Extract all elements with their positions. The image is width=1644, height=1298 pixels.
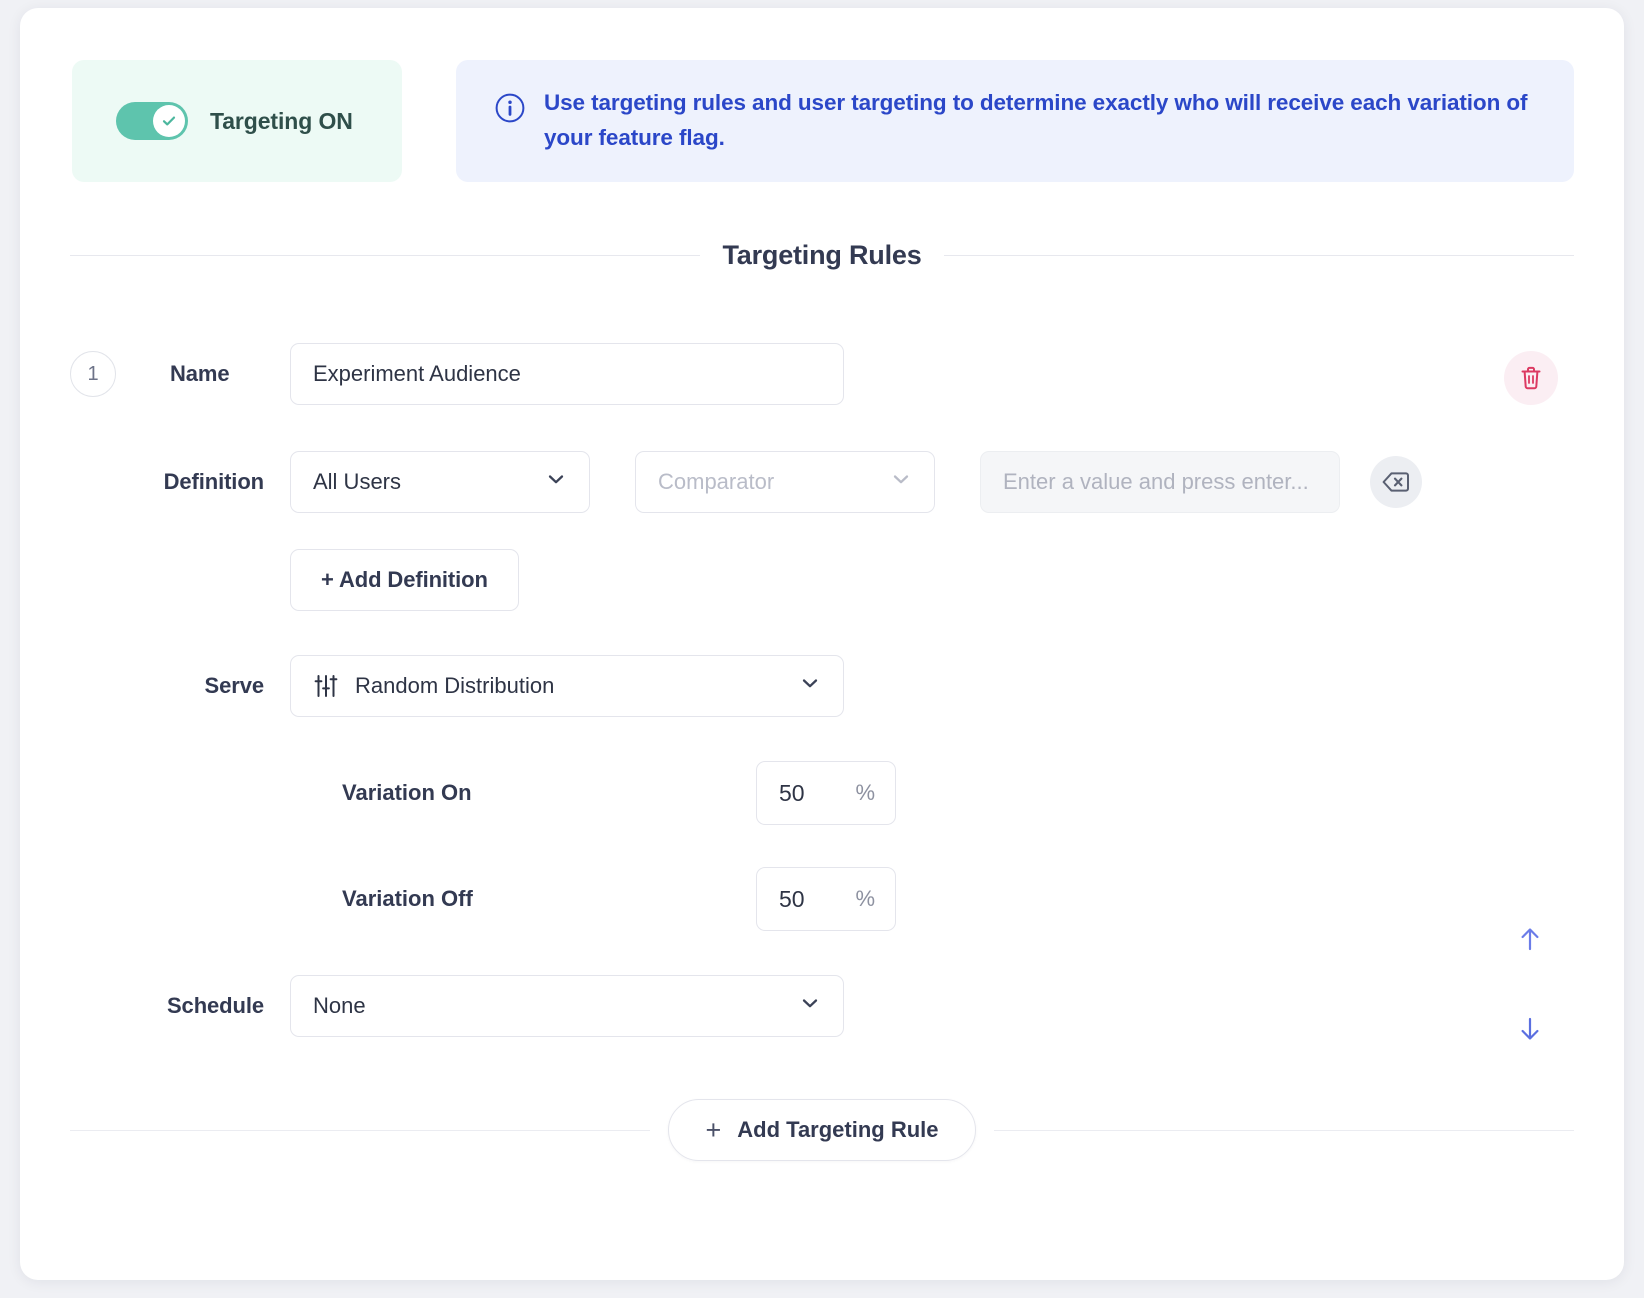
variation-on-row: Variation On 50 % [342,761,896,825]
add-definition-row: + Add Definition [70,549,1592,611]
backspace-delete-icon [1382,471,1410,493]
definition-label: Definition [164,469,264,495]
footer: + Add Targeting Rule [52,1099,1592,1161]
variation-on-label: Variation On [342,780,472,806]
rule-name-row: 1 Name Experiment Audience [70,343,1592,405]
rule-schedule-row: Schedule None [70,975,1592,1037]
clear-value-button[interactable] [1370,456,1422,508]
info-banner: Use targeting rules and user targeting t… [456,60,1574,182]
add-targeting-rule-label: Add Targeting Rule [737,1117,938,1143]
serve-value: Random Distribution [355,673,554,699]
chevron-down-icon [799,992,821,1020]
page-title: Targeting Rules [722,240,921,271]
definition-value-input[interactable]: Enter a value and press enter... [980,451,1340,513]
schedule-value: None [313,993,366,1019]
rule-name-value: Experiment Audience [313,361,521,387]
info-circle-icon [494,80,526,129]
chevron-down-icon [545,468,567,496]
info-banner-text: Use targeting rules and user targeting t… [544,86,1540,156]
rule-number-badge: 1 [70,351,116,397]
definition-attribute-select[interactable]: All Users [290,451,590,513]
comparator-placeholder: Comparator [658,469,774,495]
variation-off-unit: % [855,886,875,912]
definition-value-placeholder: Enter a value and press enter... [1003,469,1309,495]
variation-off-input[interactable]: 50 % [756,867,896,931]
rule-definition-row: Definition All Users Comparator [70,451,1592,513]
toggle-knob [153,105,185,137]
chevron-down-icon [890,468,912,496]
variation-on-input[interactable]: 50 % [756,761,896,825]
targeting-toggle-label: Targeting ON [210,108,353,135]
targeting-toggle[interactable] [116,102,188,140]
footer-divider-right [994,1130,1574,1131]
definition-attribute-value: All Users [313,469,401,495]
targeting-panel: Targeting ON Use targeting rules and use… [20,8,1624,1280]
variation-off-value: 50 [779,886,805,913]
delete-rule-button[interactable] [1504,351,1558,405]
variation-on-unit: % [855,780,875,806]
variation-off-label: Variation Off [342,886,473,912]
serve-select[interactable]: Random Distribution [290,655,844,717]
arrow-up-icon [1514,923,1546,955]
targeting-rule-1: 1 Name Experiment Audience Definition Al… [52,343,1592,1037]
schedule-label: Schedule [167,993,264,1019]
name-label: Name [170,361,230,387]
section-heading: Targeting Rules [52,240,1592,271]
divider-right [944,255,1574,256]
move-rule-up-button[interactable] [1504,913,1556,965]
comparator-select[interactable]: Comparator [635,451,935,513]
add-definition-button[interactable]: + Add Definition [290,549,519,611]
rule-name-input[interactable]: Experiment Audience [290,343,844,405]
targeting-toggle-card: Targeting ON [72,60,402,182]
sliders-icon [313,673,339,699]
arrow-down-icon [1514,1013,1546,1045]
rule-serve-row: Serve Random Distribution [70,655,1592,717]
move-rule-down-button[interactable] [1504,1003,1556,1055]
variation-off-row: Variation Off 50 % [342,867,896,931]
add-targeting-rule-button[interactable]: + Add Targeting Rule [668,1099,975,1161]
variation-on-value: 50 [779,780,805,807]
schedule-select[interactable]: None [290,975,844,1037]
plus-icon: + [705,1117,721,1144]
trash-icon [1519,365,1543,391]
chevron-down-icon [799,672,821,700]
footer-divider-left [70,1130,650,1131]
top-row: Targeting ON Use targeting rules and use… [52,60,1592,182]
check-icon [160,112,178,130]
divider-left [70,255,700,256]
serve-label: Serve [205,673,264,699]
